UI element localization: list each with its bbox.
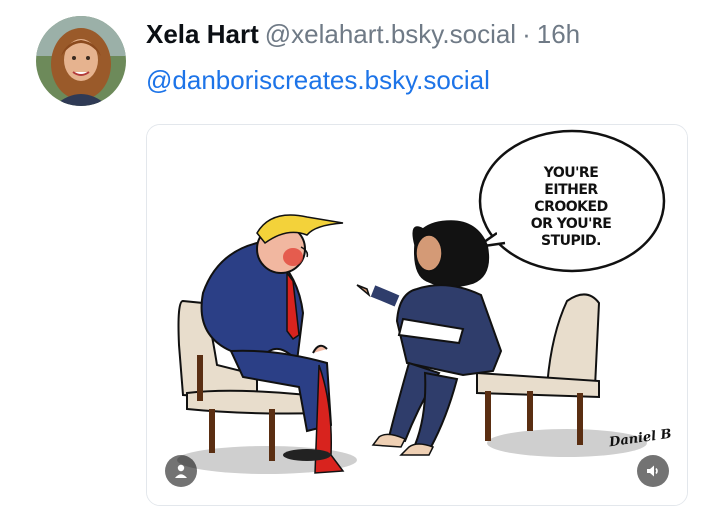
post-header: Xela Hart @xelahart.bsky.social · 16h — [146, 14, 580, 54]
sound-icon — [647, 465, 658, 477]
separator-dot: · — [522, 19, 531, 49]
sound-toggle-button[interactable] — [637, 455, 669, 487]
author-handle[interactable]: @xelahart.bsky.social — [265, 19, 516, 49]
speech-bubble-text: YOU'RE EITHER CROOKED OR YOU'RE STUPID. — [530, 165, 612, 249]
mention-link[interactable]: @danboriscreates.bsky.social — [146, 60, 490, 100]
post-card: Xela Hart @xelahart.bsky.social · 16h @danb… — [0, 0, 720, 514]
person-icon — [175, 464, 187, 478]
post-image[interactable]: YOU'RE EITHER CROOKED OR YOU'RE STUPID. … — [146, 124, 688, 506]
author-display-name[interactable]: Xela Hart — [146, 19, 259, 49]
person-tag-button[interactable] — [165, 455, 197, 487]
author-avatar[interactable] — [36, 16, 126, 106]
avatar-image — [36, 16, 126, 106]
post-timestamp[interactable]: 16h — [537, 19, 580, 49]
